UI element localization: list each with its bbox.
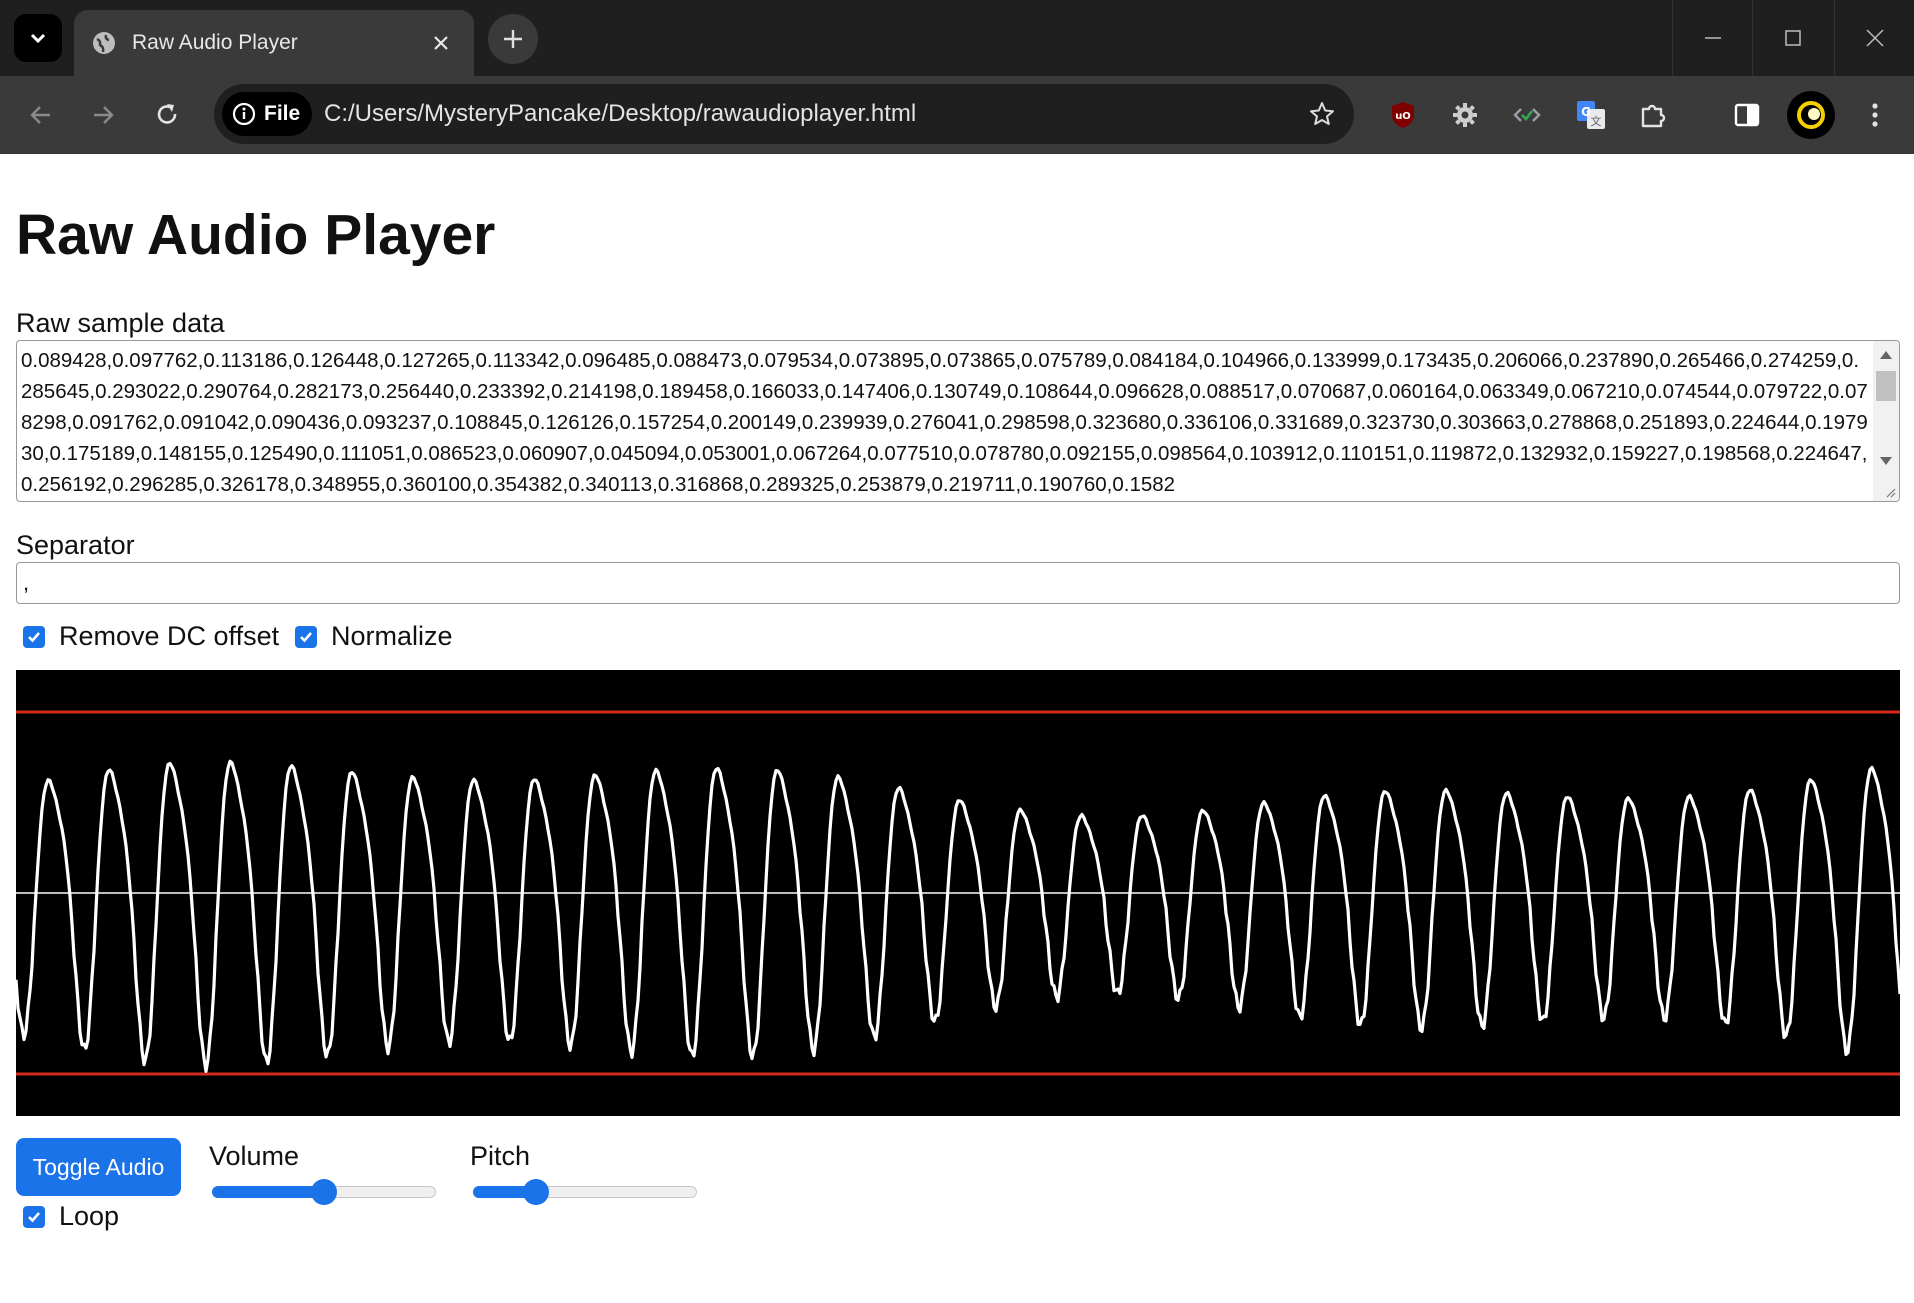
page-title: Raw Audio Player xyxy=(16,203,496,267)
globe-icon xyxy=(90,29,118,57)
scroll-thumb[interactable] xyxy=(1876,371,1896,401)
minimize-button[interactable] xyxy=(1672,0,1752,76)
browser-tab[interactable]: Raw Audio Player xyxy=(74,10,474,76)
toggle-audio-button[interactable]: Toggle Audio xyxy=(16,1138,181,1196)
checkmark-icon xyxy=(300,632,312,643)
textarea-scrollbar[interactable] xyxy=(1873,341,1899,501)
scroll-down-icon[interactable] xyxy=(1880,457,1892,465)
remove-dc-label: Remove DC offset xyxy=(59,621,280,651)
browser-toolbar: File C:/Users/MysteryPancake/Desktop/raw… xyxy=(0,76,1914,154)
translate-icon[interactable]: G文 xyxy=(1566,90,1616,140)
site-info-chip[interactable]: File xyxy=(222,92,312,136)
remove-dc-checkbox[interactable] xyxy=(23,626,45,648)
raw-sample-text: 0.089428,0.097762,0.113186,0.126448,0.12… xyxy=(21,349,1868,496)
arrow-right-icon xyxy=(94,106,114,124)
sidepanel-icon[interactable] xyxy=(1722,90,1772,140)
raw-data-label: Raw sample data xyxy=(16,308,225,338)
close-icon[interactable] xyxy=(426,28,456,58)
pitch-slider[interactable] xyxy=(473,1176,697,1206)
minimize-icon xyxy=(1704,37,1721,39)
chevron-down-icon xyxy=(30,33,46,44)
address-bar[interactable]: File C:/Users/MysteryPancake/Desktop/raw… xyxy=(214,84,1354,144)
resize-grip-icon[interactable] xyxy=(1884,486,1896,498)
normalize-label: Normalize xyxy=(331,621,453,651)
svg-text:文: 文 xyxy=(1591,114,1602,128)
checkmark-icon xyxy=(28,1212,40,1223)
back-button[interactable] xyxy=(16,90,66,140)
ublock-icon[interactable]: uO xyxy=(1378,90,1428,140)
volume-fill xyxy=(212,1186,324,1198)
window-close-button[interactable] xyxy=(1834,0,1914,76)
normalize-checkbox[interactable] xyxy=(295,626,317,648)
waveform-canvas xyxy=(16,670,1900,1116)
separator-label: Separator xyxy=(16,530,135,560)
tab-strip: Raw Audio Player xyxy=(0,0,1914,76)
separator-input[interactable]: , xyxy=(16,562,1900,604)
tab-search-button[interactable] xyxy=(14,14,62,62)
plus-icon xyxy=(504,30,522,48)
pitch-thumb[interactable] xyxy=(522,1179,549,1205)
page-content: Raw Audio Player Raw sample data 0.08942… xyxy=(0,154,1914,1303)
puzzle-icon[interactable] xyxy=(1628,90,1678,140)
menu-icon[interactable] xyxy=(1850,90,1900,140)
scroll-up-icon[interactable] xyxy=(1880,351,1892,359)
reload-icon xyxy=(157,104,177,124)
maximize-button[interactable] xyxy=(1752,0,1832,76)
gear-icon[interactable] xyxy=(1440,90,1490,140)
reload-button[interactable] xyxy=(142,90,192,140)
url-text[interactable]: C:/Users/MysteryPancake/Desktop/rawaudio… xyxy=(324,84,916,144)
volume-thumb[interactable] xyxy=(311,1179,337,1205)
loop-checkbox[interactable] xyxy=(23,1206,45,1228)
maximize-icon xyxy=(1784,30,1801,46)
file-chip-label: File xyxy=(264,102,301,125)
tab-title: Raw Audio Player xyxy=(132,31,298,54)
volume-label: Volume xyxy=(209,1141,300,1171)
svg-text:G: G xyxy=(1581,105,1591,119)
pitch-label: Pitch xyxy=(470,1141,531,1171)
info-icon xyxy=(232,102,256,126)
svg-text:uO: uO xyxy=(1395,111,1411,122)
new-tab-button[interactable] xyxy=(488,14,538,64)
forward-button[interactable] xyxy=(78,90,128,140)
raw-sample-textarea[interactable]: 0.089428,0.097762,0.113186,0.126448,0.12… xyxy=(16,340,1900,502)
loop-label: Loop xyxy=(59,1201,120,1231)
bookmark-star-icon[interactable] xyxy=(1300,92,1344,136)
code-icon[interactable] xyxy=(1502,90,1552,140)
checkmark-icon xyxy=(28,632,40,643)
volume-slider[interactable] xyxy=(212,1176,436,1206)
profile-icon[interactable] xyxy=(1786,90,1836,140)
close-icon xyxy=(1865,29,1884,47)
arrow-left-icon xyxy=(30,106,50,124)
